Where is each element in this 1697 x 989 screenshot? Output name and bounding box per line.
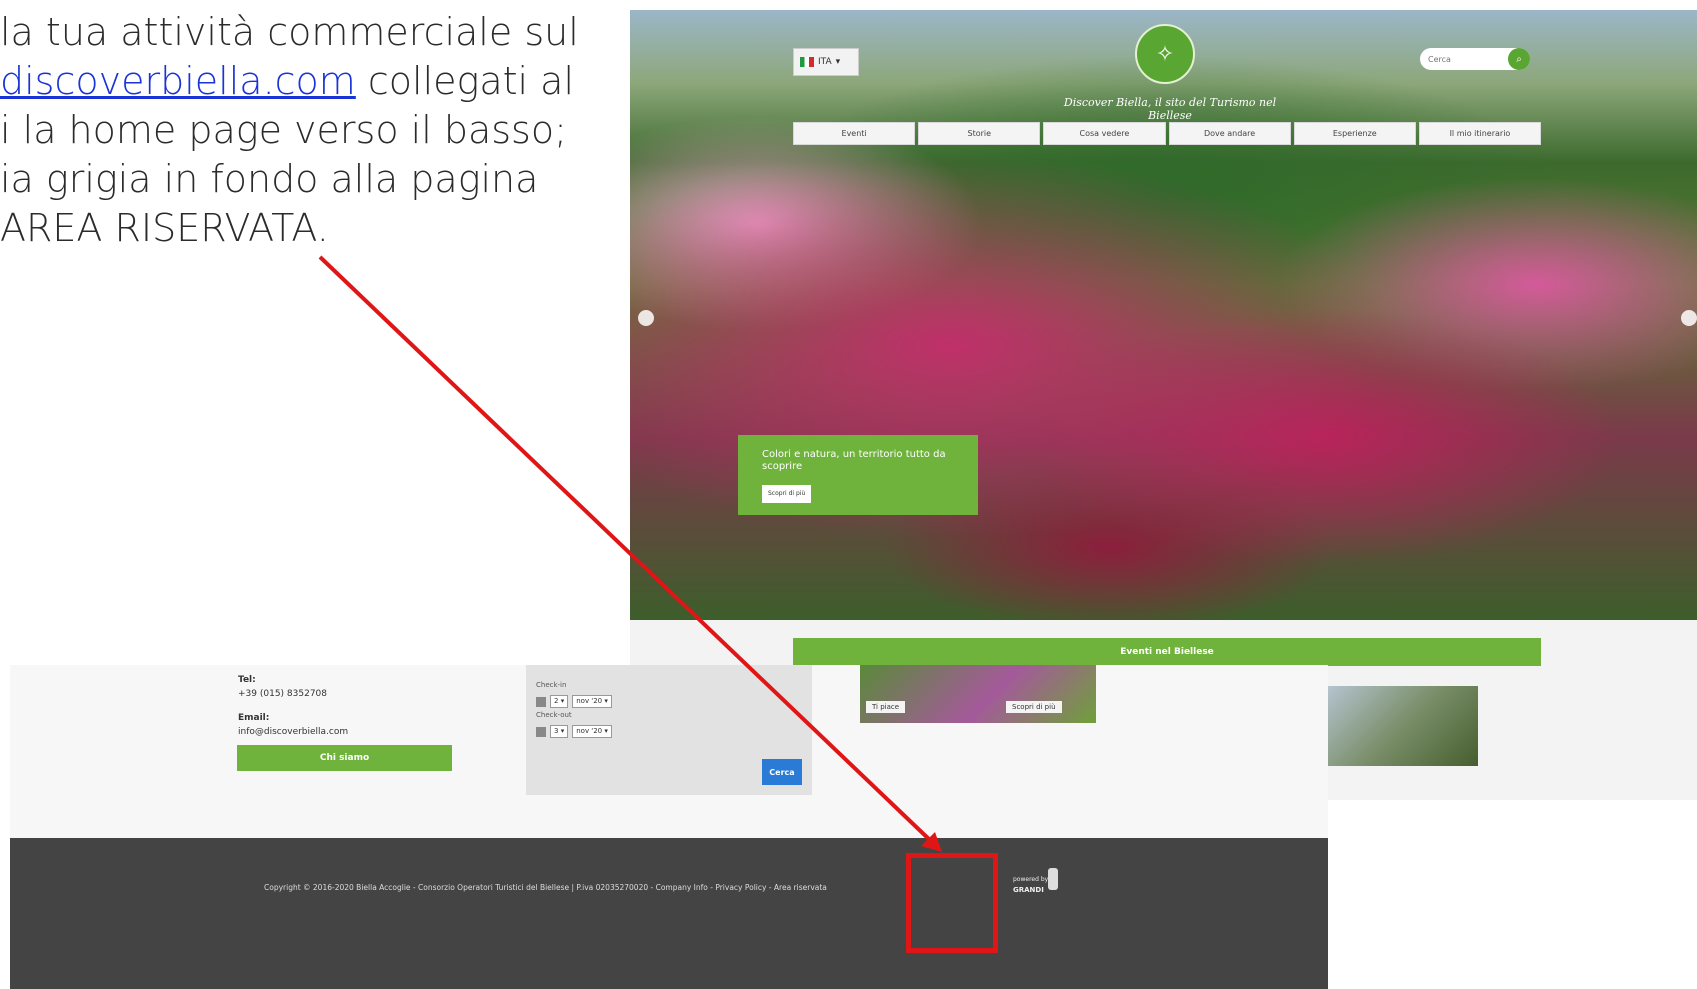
annotation-arrow [318,255,942,852]
arrow-line [318,255,935,845]
area-riservata-highlight [906,853,998,953]
